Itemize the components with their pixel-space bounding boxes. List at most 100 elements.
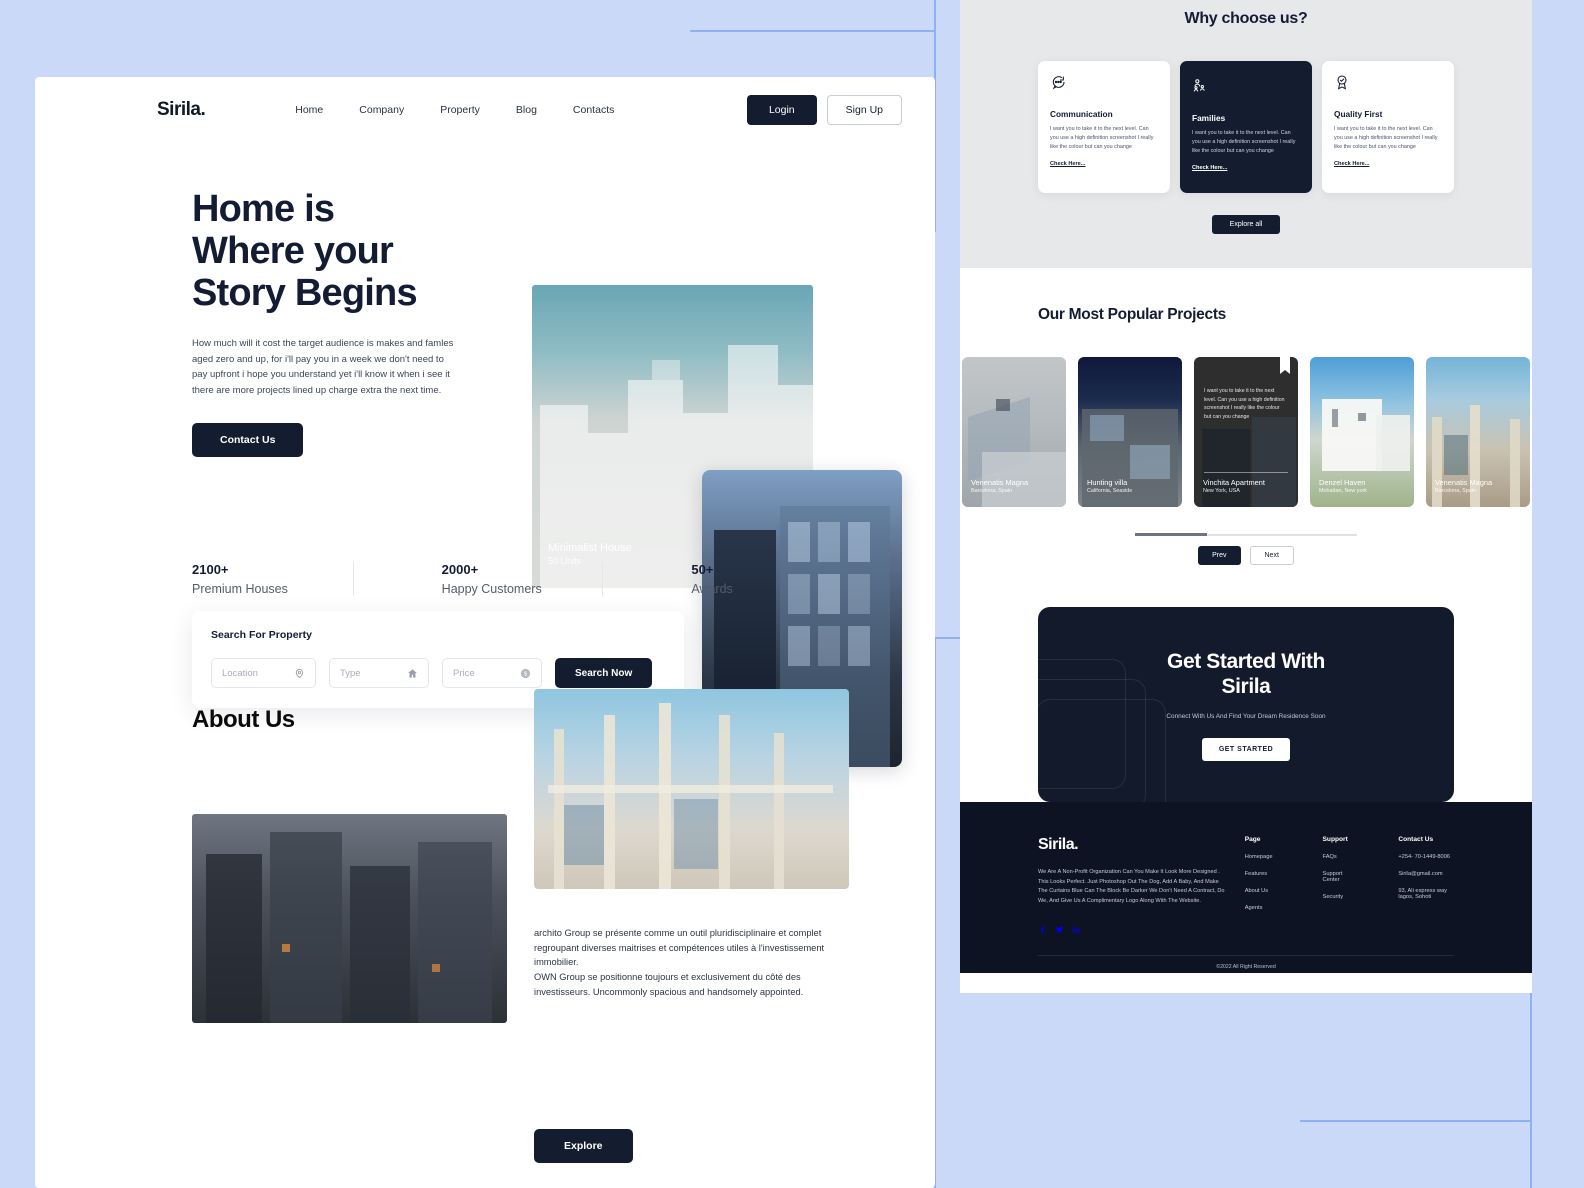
- footer-link-support-center[interactable]: Support Center: [1323, 871, 1349, 883]
- get-started-button[interactable]: GET STARTED: [1201, 737, 1291, 761]
- footer-description: We Are A Non-Profit Organization Can You…: [1038, 869, 1225, 905]
- nav-item-company[interactable]: Company: [359, 104, 404, 116]
- copyright-text: ©2022 All Right Reserved: [1038, 954, 1454, 970]
- footer-content: Sirila. We Are A Non-Profit Organization…: [1038, 836, 1454, 938]
- dollar-icon: $: [520, 668, 531, 679]
- why-card-link[interactable]: Check Here...: [1192, 165, 1300, 171]
- carousel-scrollbar-thumb[interactable]: [1135, 533, 1207, 537]
- navbar: Sirila. Home Company Property Blog Conta…: [35, 77, 935, 129]
- login-button[interactable]: Login: [746, 95, 817, 125]
- stat-number: 2100+: [192, 561, 229, 577]
- contact-us-button[interactable]: Contact Us: [192, 422, 304, 457]
- project-caption: Venenatis Magna Barcelona, Spain: [1435, 478, 1492, 494]
- cta-wrapper: Get Started With Sirila Connect With Us …: [960, 565, 1532, 803]
- why-card-link[interactable]: Check Here...: [1050, 161, 1158, 167]
- project-location: California, Seaside: [1087, 488, 1133, 495]
- footer-link-about-us[interactable]: About Us: [1245, 888, 1273, 894]
- cta-subtitle: Connect With Us And Find Your Dream Resi…: [1166, 712, 1326, 720]
- footer-column-heading: Contact Us: [1398, 836, 1434, 844]
- why-choose-us-section: Why choose us? Communication I want you …: [960, 0, 1532, 269]
- why-card-body: I want you to take it to the next level.…: [1334, 126, 1438, 150]
- about-image-secondary: [192, 813, 507, 1023]
- why-card-body: I want you to take it to the next level.…: [1192, 130, 1296, 154]
- facebook-icon[interactable]: [1038, 921, 1047, 939]
- search-panel-title: Search For Property: [211, 629, 312, 641]
- bookmark-icon[interactable]: [1280, 357, 1290, 379]
- footer-link-agents[interactable]: Agents: [1245, 905, 1273, 911]
- nav-actions: Login Sign Up: [746, 95, 902, 125]
- desktop-landing-page: Sirila. Home Company Property Blog Conta…: [35, 77, 935, 1188]
- prev-button[interactable]: Prev: [1198, 546, 1241, 566]
- project-card[interactable]: Venenatis Magna Barcelona, Spain: [1426, 357, 1530, 508]
- explore-button[interactable]: Explore: [534, 1129, 633, 1163]
- footer-link-homepage[interactable]: Homepage: [1245, 854, 1273, 860]
- map-pin-icon: [294, 668, 305, 679]
- explore-all-button[interactable]: Explore all: [1211, 215, 1281, 235]
- brand-logo[interactable]: Sirila.: [157, 99, 206, 121]
- primary-nav: Home Company Property Blog Contacts: [295, 104, 614, 116]
- cta-title-line-2: Sirila: [1221, 675, 1271, 699]
- why-card-communication[interactable]: Communication I want you to take it to t…: [1038, 61, 1170, 194]
- why-card-title: Quality First: [1334, 109, 1383, 119]
- nav-item-blog[interactable]: Blog: [516, 104, 537, 116]
- about-section: About Us archito Group se présente comme…: [35, 688, 935, 1023]
- project-title: Denzel Haven: [1319, 478, 1366, 488]
- why-cards-row: Communication I want you to take it to t…: [960, 61, 1532, 194]
- footer-columns: Page Homepage Features About Us Agents S…: [1245, 836, 1454, 938]
- why-card-body: I want you to take it to the next level.…: [1050, 126, 1154, 150]
- project-card-featured[interactable]: I want you to take it to the next level.…: [1194, 357, 1298, 508]
- social-links: [1038, 921, 1227, 939]
- carousel-scrollbar[interactable]: [1135, 533, 1357, 537]
- carousel-pager: Prev Next: [960, 546, 1532, 566]
- footer-link-faqs[interactable]: FAQs: [1323, 854, 1349, 860]
- about-image-primary: [534, 688, 849, 889]
- stat-label: Awards: [691, 581, 733, 596]
- project-card[interactable]: Hunting villa California, Seaside: [1078, 357, 1182, 508]
- twitter-icon[interactable]: [1055, 921, 1064, 939]
- get-started-banner: Get Started With Sirila Connect With Us …: [1038, 607, 1454, 803]
- why-card-quality-first[interactable]: Quality First I want you to take it to t…: [1322, 61, 1454, 194]
- projects-carousel[interactable]: Venenatis Magna Barcelona, Spain Hunting…: [960, 357, 1532, 508]
- linkedin-icon[interactable]: [1072, 921, 1081, 939]
- home-icon: [407, 668, 418, 679]
- hero-section: Home is Where your Story Begins How much…: [35, 188, 935, 767]
- project-location: Mohattan, New york: [1319, 488, 1367, 495]
- search-input-location[interactable]: Location: [211, 658, 316, 688]
- project-card[interactable]: Denzel Haven Mohattan, New york: [1310, 357, 1414, 508]
- search-now-button[interactable]: Search Now: [555, 658, 653, 688]
- footer-link-security[interactable]: Security: [1323, 894, 1349, 900]
- cta-title-line-1: Get Started With: [1167, 649, 1325, 673]
- landing-page-continuation: Why choose us? Communication I want you …: [960, 0, 1532, 993]
- project-divider: [1204, 472, 1288, 474]
- stat-awards: 50+ Awards: [602, 561, 852, 596]
- signup-button[interactable]: Sign Up: [826, 95, 902, 125]
- footer-email: Sirila@gmail.com: [1398, 871, 1443, 878]
- search-input-price[interactable]: Price $: [442, 658, 542, 688]
- footer-link-features[interactable]: Features: [1245, 871, 1273, 877]
- price-placeholder: Price: [453, 667, 475, 679]
- nav-item-home[interactable]: Home: [295, 104, 323, 116]
- search-input-type[interactable]: Type: [329, 658, 429, 688]
- why-card-families[interactable]: Families I want you to take it to the ne…: [1180, 61, 1312, 194]
- nav-item-contacts[interactable]: Contacts: [573, 104, 614, 116]
- family-icon: [1192, 78, 1300, 99]
- project-card[interactable]: Venenatis Magna Barcelona, Spain: [962, 357, 1066, 508]
- nav-item-property[interactable]: Property: [440, 104, 480, 116]
- next-button[interactable]: Next: [1249, 546, 1294, 566]
- location-placeholder: Location: [222, 667, 258, 679]
- footer-column-support: Support FAQs Support Center Security: [1323, 836, 1349, 938]
- project-title: Vinchita Apartment: [1203, 478, 1265, 488]
- svg-text:$: $: [524, 671, 527, 677]
- why-heading: Why choose us?: [1184, 10, 1308, 27]
- footer-column-page: Page Homepage Features About Us Agents: [1245, 836, 1273, 938]
- stat-number: 50+: [691, 561, 714, 577]
- footer-column-contact: Contact Us +254- 70-1449-8006 Sirila@gma…: [1398, 836, 1454, 938]
- cta-title: Get Started With Sirila: [1167, 649, 1325, 700]
- project-caption: Denzel Haven Mohattan, New york: [1319, 478, 1367, 494]
- project-caption: Vinchita Apartment New York, USA: [1203, 478, 1265, 494]
- footer-brand-block: Sirila. We Are A Non-Profit Organization…: [1038, 836, 1227, 938]
- footer-logo[interactable]: Sirila.: [1038, 836, 1227, 854]
- why-card-link[interactable]: Check Here...: [1334, 161, 1442, 167]
- hero-title-line-1: Home is: [192, 188, 335, 230]
- project-location: New York, USA: [1203, 488, 1240, 495]
